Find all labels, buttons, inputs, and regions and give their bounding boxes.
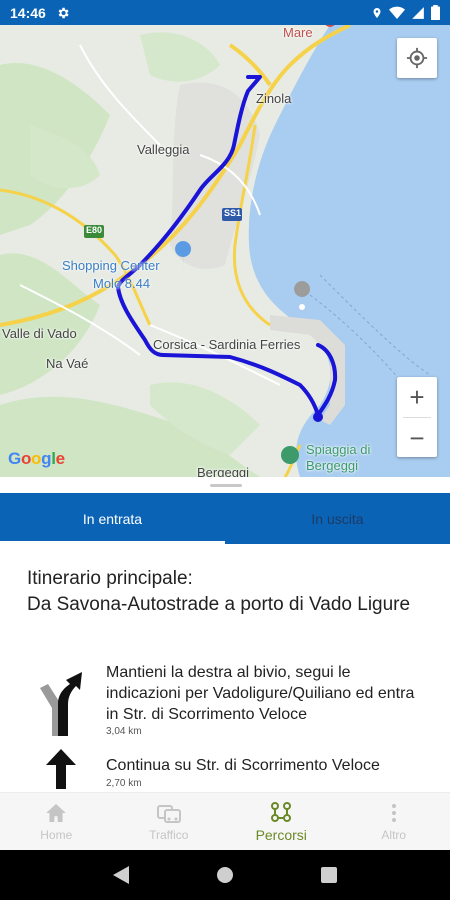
- google-logo: Google: [8, 449, 65, 468]
- signal-icon: [412, 6, 424, 19]
- bottom-sheet-handle-area[interactable]: [0, 477, 450, 493]
- battery-icon: [431, 5, 440, 20]
- tab-in-entrata-label: In entrata: [82, 510, 143, 527]
- map-label-valle-di-vado: Valle di Vado: [2, 326, 77, 341]
- map-label-mare: Mare: [283, 25, 313, 40]
- step-distance: 3,04 km: [106, 726, 142, 737]
- home-circle-icon[interactable]: [216, 866, 234, 884]
- step-distance: 2,70 km: [106, 778, 142, 789]
- wifi-icon: [389, 6, 405, 19]
- status-bar: 14:46: [0, 0, 450, 25]
- route-end-marker: [313, 412, 323, 422]
- map-label-spiaggia[interactable]: Spiaggia di: [306, 442, 370, 457]
- straight-arrow-icon: [46, 749, 76, 789]
- nav-traffico-label: Traffico: [149, 828, 189, 842]
- map-label-shopping-center[interactable]: Shopping Center: [62, 258, 160, 273]
- map-label-corsica-ferries[interactable]: Corsica - Sardinia Ferries: [153, 337, 300, 352]
- route-details[interactable]: Itinerario principale: Da Savona-Autostr…: [0, 544, 450, 792]
- home-icon: [46, 804, 67, 822]
- location-status-icon: [373, 7, 381, 18]
- nav-altro-label: Altro: [381, 828, 407, 842]
- road-badge-e80: E80: [86, 225, 103, 235]
- direction-tabs: In entrata In uscita: [0, 493, 450, 544]
- route-step[interactable]: Mantieni la destra al bivio, segui le in…: [0, 662, 450, 742]
- step-instruction: Mantieni la destra al bivio, segui le in…: [106, 664, 415, 723]
- map-label-na-vae: Na Vaé: [46, 356, 89, 371]
- route-title: Itinerario principale: Da Savona-Autostr…: [27, 566, 427, 618]
- recents-icon[interactable]: [320, 867, 337, 883]
- nav-percorsi-label: Percorsi: [255, 827, 307, 843]
- more-icon: [391, 804, 396, 822]
- system-navigation-bar: [0, 850, 450, 900]
- nav-percorsi[interactable]: Percorsi: [225, 793, 338, 850]
- nav-home-label: Home: [40, 828, 73, 842]
- map-canvas[interactable]: [0, 25, 450, 477]
- map-label-bergeggi[interactable]: Bergeggi: [306, 458, 358, 473]
- map-label-molo[interactable]: Molo 8.44: [93, 276, 150, 291]
- my-location-button[interactable]: [397, 38, 437, 78]
- beach-pin-icon: [281, 446, 299, 464]
- zoom-in-button[interactable]: +: [397, 377, 437, 417]
- bottom-navigation: Home Traffico Percorsi Altro: [0, 792, 450, 850]
- tab-in-uscita[interactable]: In uscita: [225, 493, 450, 544]
- tab-in-entrata[interactable]: In entrata: [0, 493, 225, 544]
- map-view[interactable]: Mare Zinola Valleggia E80 SS1 Shopping C…: [0, 25, 450, 477]
- step-instruction: Continua su Str. di Scorrimento Veloce: [106, 757, 380, 774]
- road-badge-ss1: SS1: [224, 208, 242, 218]
- traffic-icon: [156, 805, 181, 823]
- route-title-line2: Da Savona-Autostrade a porto di Vado Lig…: [27, 594, 411, 615]
- keep-right-arrow-icon: [40, 672, 82, 736]
- map-label-zinola: Zinola: [256, 91, 292, 106]
- nav-home[interactable]: Home: [0, 793, 113, 850]
- map-label-bergeggi-bottom: Bergeggi: [197, 465, 250, 477]
- routes-icon: [271, 802, 292, 822]
- route-title-line1: Itinerario principale:: [27, 568, 193, 589]
- status-time: 14:46: [10, 4, 46, 21]
- back-icon[interactable]: [113, 866, 130, 884]
- route-step[interactable]: Continua su Str. di Scorrimento Veloce 2…: [0, 749, 450, 792]
- gear-icon: [58, 7, 69, 18]
- nav-altro[interactable]: Altro: [338, 793, 450, 850]
- tab-in-uscita-label: In uscita: [311, 510, 364, 527]
- crosshair-icon: [406, 47, 428, 69]
- bottom-sheet-handle[interactable]: [210, 484, 242, 487]
- zoom-controls: + −: [397, 377, 437, 457]
- map-label-valleggia: Valleggia: [137, 142, 190, 157]
- zoom-out-button[interactable]: −: [397, 418, 437, 458]
- nav-traffico[interactable]: Traffico: [113, 793, 226, 850]
